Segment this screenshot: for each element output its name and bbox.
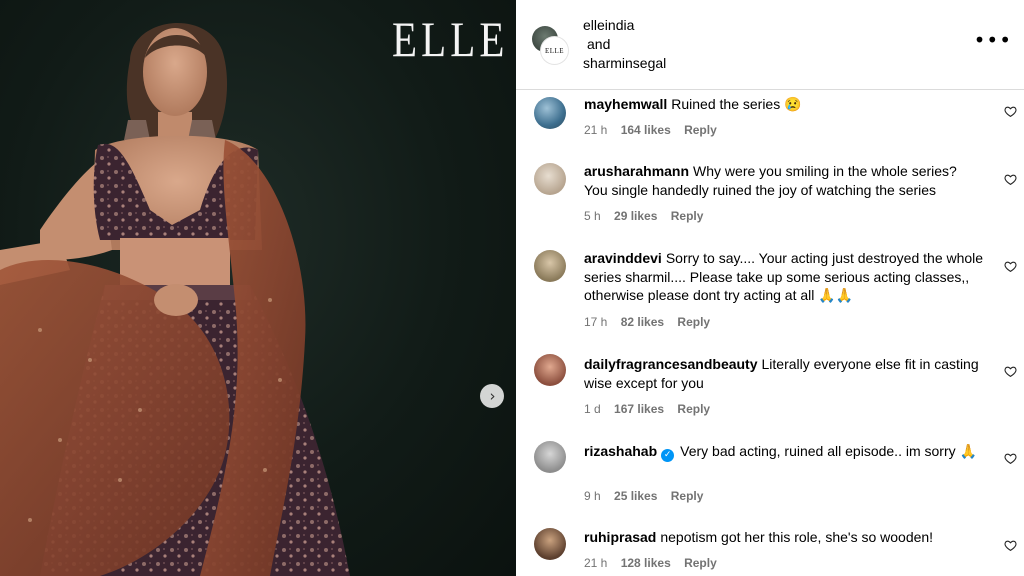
next-image-button[interactable]: › <box>480 384 504 408</box>
elleindia-avatar: ELLE <box>541 37 568 64</box>
ruhiprasad-avatar[interactable] <box>534 528 566 560</box>
comments-panel: ELLE elleindia and sharminsegal ••• mayh… <box>516 0 1024 576</box>
comment-text: nepotism got her this role, she's so woo… <box>660 529 934 545</box>
reply-button[interactable]: Reply <box>677 315 710 329</box>
comment-content: arusharahmann Why were you smiling in the… <box>584 162 984 199</box>
comment-time: 1 d <box>584 402 601 416</box>
mayhemwall-avatar[interactable] <box>534 97 566 129</box>
woman-in-lehenga-image <box>0 23 350 576</box>
comment-time: 21 h <box>584 556 608 570</box>
comment-likes[interactable]: 25 likes <box>614 489 657 503</box>
comment-time: 21 h <box>584 123 608 137</box>
comment-content: rizashahab ✓ Very bad acting, ruined all e… <box>584 442 984 462</box>
like-heart-icon[interactable] <box>1004 260 1017 273</box>
comment-time: 9 h <box>584 489 601 503</box>
like-heart-icon[interactable] <box>1004 452 1017 465</box>
author-elleindia-link[interactable]: elleindia <box>583 16 666 35</box>
comment-username[interactable]: aravinddevi <box>584 250 662 266</box>
comment-username[interactable]: ruhiprasad <box>584 529 656 545</box>
elle-magazine-logo: ELLE <box>392 11 509 67</box>
comment-likes[interactable]: 167 likes <box>614 402 664 416</box>
reply-button[interactable]: Reply <box>671 489 704 503</box>
arusharahmann-avatar[interactable] <box>534 163 566 195</box>
reply-button[interactable]: Reply <box>671 209 704 223</box>
comment-content: mayhemwall Ruined the series 😢 <box>584 95 984 114</box>
reply-button[interactable]: Reply <box>684 123 717 137</box>
comment-text: Very bad acting, ruined all episode.. im… <box>680 443 977 459</box>
comment-likes[interactable]: 29 likes <box>614 209 657 223</box>
comment-likes[interactable]: 164 likes <box>621 123 671 137</box>
aravinddevi-avatar[interactable] <box>534 250 566 282</box>
comment-content: dailyfragrancesandbeauty Literally everyo… <box>584 355 984 392</box>
and-label: and <box>587 36 611 52</box>
comment-text: Ruined the series 😢 <box>671 96 802 112</box>
chevron-right-icon: › <box>489 386 496 405</box>
dailyfragrancesandbeauty-avatar[interactable] <box>534 354 566 386</box>
verified-badge-icon: ✓ <box>661 449 675 462</box>
comment-content: aravinddevi Sorry to say.... Your acting … <box>584 249 984 305</box>
comment-meta: 21 h 128 likes Reply <box>584 556 727 570</box>
comment-likes[interactable]: 82 likes <box>621 315 664 329</box>
rizashahab-avatar[interactable] <box>534 441 566 473</box>
post-photo: ELLE › <box>0 0 516 576</box>
comment-username[interactable]: arusharahmann <box>584 163 689 179</box>
comment-content: ruhiprasad nepotism got her this role, sh… <box>584 528 984 547</box>
comment-time: 17 h <box>584 315 608 329</box>
like-heart-icon[interactable] <box>1004 173 1017 186</box>
comment-meta: 1 d 167 likes Reply <box>584 402 720 416</box>
comment-username[interactable]: mayhemwall <box>584 96 667 112</box>
comment-username[interactable]: dailyfragrancesandbeauty <box>584 356 758 372</box>
comment-time: 5 h <box>584 209 601 223</box>
post-header: ELLE elleindia and sharminsegal ••• <box>516 0 1024 90</box>
comment-username[interactable]: rizashahab <box>584 443 657 459</box>
comment-meta: 5 h 29 likes Reply <box>584 209 713 223</box>
reply-button[interactable]: Reply <box>677 402 710 416</box>
collab-avatars[interactable]: ELLE <box>532 26 568 64</box>
like-heart-icon[interactable] <box>1004 105 1017 118</box>
comment-likes[interactable]: 128 likes <box>621 556 671 570</box>
comment-meta: 17 h 82 likes Reply <box>584 315 720 329</box>
comment-meta: 21 h 164 likes Reply <box>584 123 727 137</box>
more-options-icon[interactable]: ••• <box>974 30 1012 50</box>
reply-button[interactable]: Reply <box>684 556 717 570</box>
comment-meta: 9 h 25 likes Reply <box>584 489 713 503</box>
author-sharminsegal-link[interactable]: sharminsegal <box>583 54 666 73</box>
like-heart-icon[interactable] <box>1004 539 1017 552</box>
post-authors: elleindia and sharminsegal <box>583 16 666 73</box>
like-heart-icon[interactable] <box>1004 365 1017 378</box>
